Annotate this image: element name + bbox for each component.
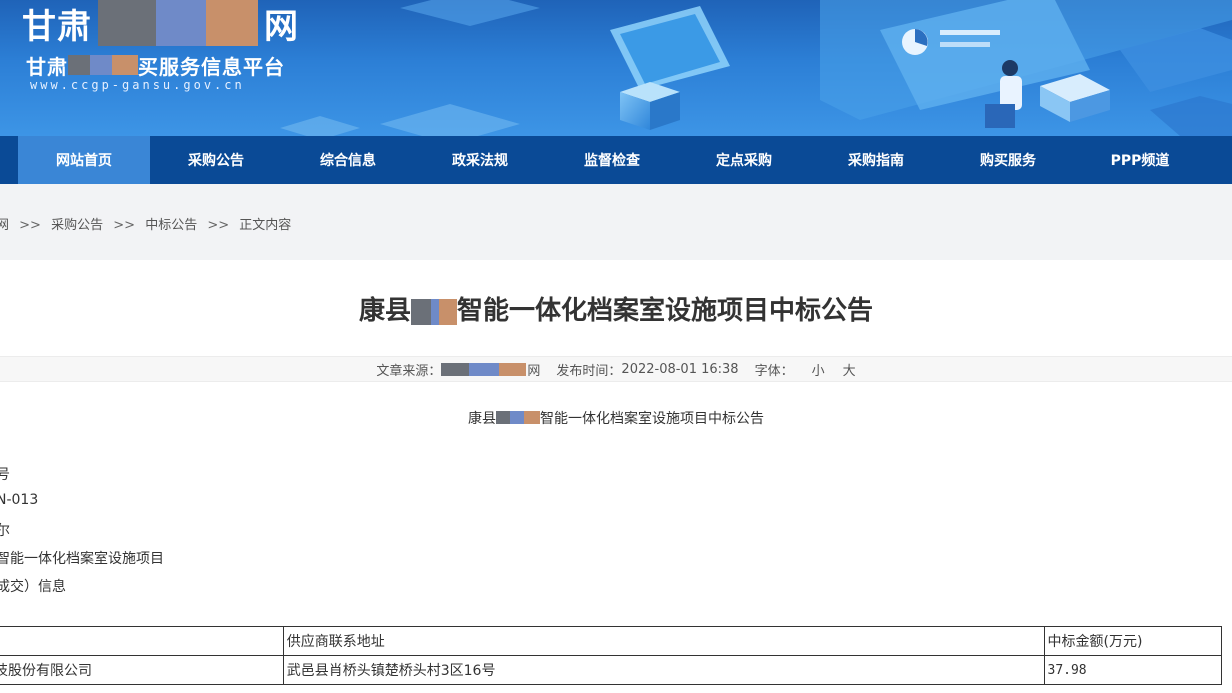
body-line: 尔: [0, 523, 10, 539]
breadcrumb: 网 >> 采购公告 >> 中标公告 >> 正文内容: [0, 214, 291, 233]
table-row: 技股份有限公司 武邑县肖桥头镇楚桥头村3区16号 37.98: [0, 655, 1222, 685]
article-subtitle-suffix: 智能一体化档案室设施项目中标公告: [540, 411, 764, 427]
award-table: 供应商联系地址 中标金额(万元) 技股份有限公司 武邑县肖桥头镇楚桥头村3区16…: [0, 626, 1222, 685]
site-subtitle: 甘肃 买服务信息平台: [26, 52, 285, 79]
main-nav: 网站首页 采购公告 综合信息 政采法规 监督检查 定点采购 采购指南 购买服务 …: [0, 136, 1232, 184]
redacted-block: [441, 362, 527, 376]
table-header-cell: 中标金额(万元): [1043, 626, 1222, 656]
nav-item-supervision[interactable]: 监督检查: [546, 136, 678, 184]
site-banner: 甘肃 网 甘肃 买服务信息平台 www.ccgp-gansu.gov.cn: [0, 0, 1232, 136]
table-header-cell: [0, 626, 284, 656]
publish-label: 发布时间：: [556, 363, 622, 379]
breadcrumb-current: 正文内容: [239, 218, 292, 233]
body-line: 成交）信息: [0, 579, 66, 595]
redacted-block: [496, 411, 540, 424]
nav-item-procurement-guide[interactable]: 采购指南: [810, 136, 942, 184]
site-title[interactable]: 甘肃 网: [22, 0, 299, 47]
font-size-small-button[interactable]: 小: [812, 360, 825, 379]
redacted-block: [68, 55, 138, 75]
breadcrumb-separator: >>: [19, 218, 41, 233]
site-subtitle-prefix: 甘肃: [26, 54, 68, 79]
breadcrumb-procurement-notices[interactable]: 采购公告: [51, 218, 103, 233]
source-label: 文章来源：: [376, 363, 442, 379]
redacted-block: [98, 0, 258, 46]
breadcrumb-bar: 网 >> 采购公告 >> 中标公告 >> 正文内容: [0, 184, 1232, 260]
site-url: www.ccgp-gansu.gov.cn: [30, 78, 245, 92]
body-line: 号: [0, 467, 10, 483]
nav-item-ppp[interactable]: PPP频道: [1074, 136, 1206, 184]
breadcrumb-separator: >>: [113, 218, 136, 233]
table-cell-address: 武邑县肖桥头镇楚桥头村3区16号: [282, 655, 1045, 685]
table-cell-amount: 37.98: [1043, 655, 1222, 685]
breadcrumb-separator: >>: [207, 218, 230, 233]
publish-time: 2022-08-01 16:38: [621, 361, 739, 377]
redacted-block: [411, 298, 457, 325]
nav-item-designated-procurement[interactable]: 定点采购: [678, 136, 810, 184]
article-content: 康县 智能一体化档案室设施项目中标公告 文章来源： 网 发布时间： 2022-08…: [0, 260, 1232, 693]
article-subtitle-prefix: 康县: [468, 411, 496, 427]
article-subtitle: 康县 智能一体化档案室设施项目中标公告: [0, 408, 1232, 428]
nav-item-purchase-services[interactable]: 购买服务: [942, 136, 1074, 184]
nav-item-procurement-notices[interactable]: 采购公告: [150, 136, 282, 184]
site-title-suffix: 网: [264, 6, 299, 47]
site-title-prefix: 甘肃: [22, 6, 92, 47]
source-suffix: 网: [527, 363, 541, 379]
table-header-cell: 供应商联系地址: [282, 626, 1045, 656]
nav-item-general-info[interactable]: 综合信息: [282, 136, 414, 184]
site-subtitle-suffix: 买服务信息平台: [138, 54, 285, 79]
table-header-row: 供应商联系地址 中标金额(万元): [0, 626, 1222, 656]
body-line: 智能一体化档案室设施项目: [0, 551, 164, 567]
nav-item-regulations[interactable]: 政采法规: [414, 136, 546, 184]
table-cell-supplier: 技股份有限公司: [0, 655, 284, 685]
article-title-suffix: 智能一体化档案室设施项目中标公告: [457, 296, 874, 326]
nav-item-home[interactable]: 网站首页: [18, 136, 150, 184]
article-title: 康县 智能一体化档案室设施项目中标公告: [0, 290, 1232, 327]
breadcrumb-home[interactable]: 网: [0, 218, 9, 233]
article-meta: 文章来源： 网 发布时间： 2022-08-01 16:38 字体： 小 大: [0, 356, 1232, 382]
font-size-label: 字体：: [754, 363, 794, 379]
article-title-prefix: 康县: [358, 296, 411, 326]
breadcrumb-award-notices[interactable]: 中标公告: [145, 218, 197, 233]
body-line: N-013: [0, 492, 39, 508]
font-size-large-button[interactable]: 大: [843, 360, 856, 379]
